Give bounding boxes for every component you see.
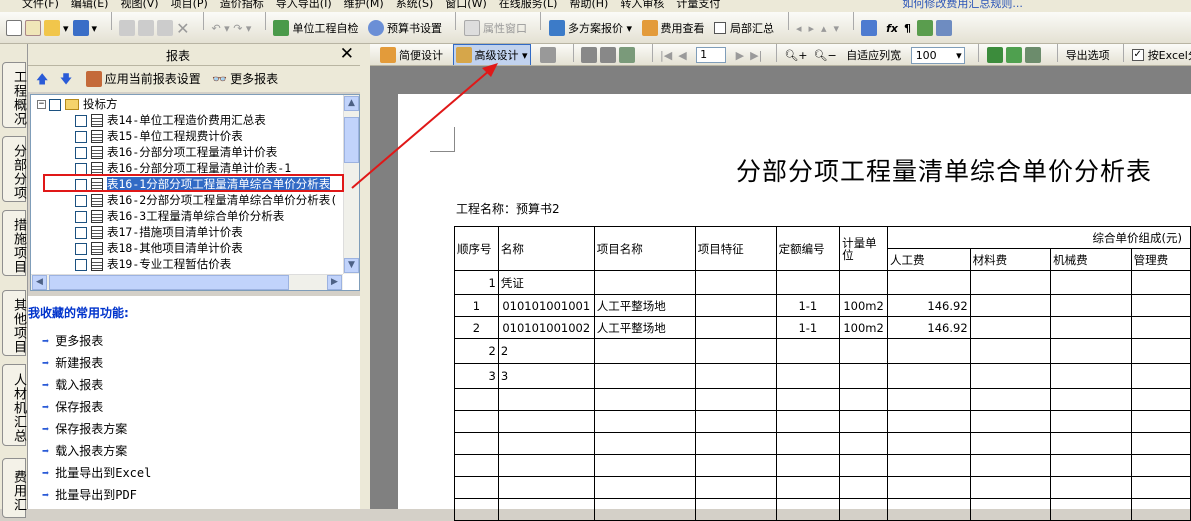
annotation-arrow: [351, 63, 498, 189]
arrow-line: [351, 69, 491, 189]
